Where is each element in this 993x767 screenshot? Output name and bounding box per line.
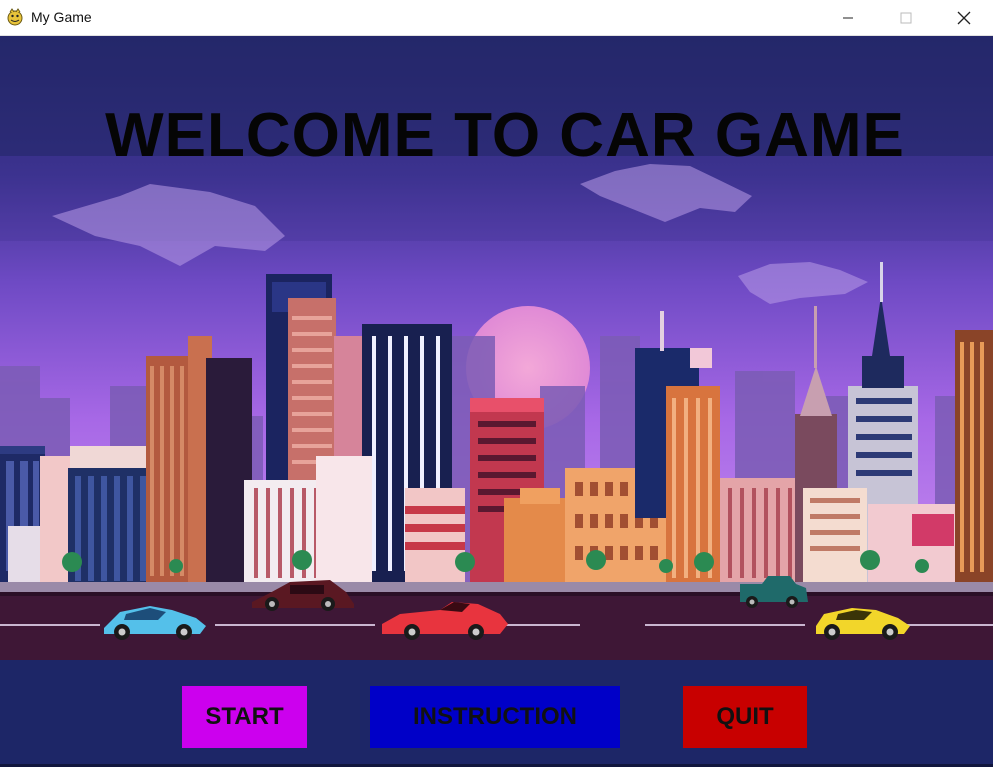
- minimize-icon: [843, 17, 853, 18]
- close-button[interactable]: [935, 0, 993, 35]
- instruction-button[interactable]: INSTRUCTION: [370, 686, 620, 748]
- game-canvas: WELCOME TO CAR GAME START INSTRUCTION QU…: [0, 36, 993, 767]
- start-button[interactable]: START: [182, 686, 307, 748]
- pygame-snake-icon: [7, 8, 23, 26]
- window-titlebar: My Game: [0, 0, 993, 36]
- minimize-button[interactable]: [819, 0, 877, 35]
- maximize-icon: [900, 12, 912, 23]
- close-icon: [957, 11, 971, 24]
- maximize-button[interactable]: [877, 0, 935, 35]
- window-title: My Game: [31, 9, 92, 25]
- game-title: WELCOME TO CAR GAME: [105, 101, 905, 170]
- quit-button[interactable]: QUIT: [683, 686, 807, 748]
